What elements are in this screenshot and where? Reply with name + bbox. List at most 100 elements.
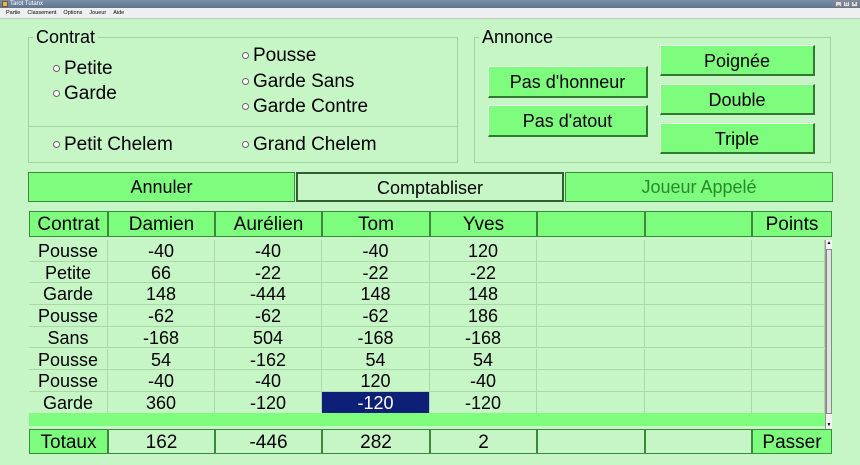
cell-aurelien[interactable]: -40 [215, 240, 322, 262]
cell-empty-2[interactable] [645, 261, 752, 284]
radio-garde-sans[interactable]: Garde Sans [241, 71, 354, 93]
cell-contrat[interactable]: Garde [29, 391, 108, 414]
cell-empty-2[interactable] [645, 240, 752, 262]
cell-damien[interactable]: -62 [108, 305, 215, 327]
cell-points[interactable] [752, 240, 825, 262]
cell-aurelien[interactable]: -162 [215, 348, 322, 371]
scroll-up-arrow-icon[interactable]: ▲ [826, 240, 832, 247]
cell-empty-1[interactable] [537, 305, 645, 327]
table-row[interactable]: Pousse -62 -62 -62 186 [29, 305, 825, 327]
menu-aide[interactable]: Aide [113, 8, 124, 18]
pas-d-atout-button[interactable]: Pas d'atout [488, 105, 648, 137]
cell-yves[interactable]: 120 [430, 240, 537, 262]
cell-empty-1[interactable] [537, 391, 645, 414]
menu-options[interactable]: Options [63, 8, 82, 18]
scroll-down-arrow-icon[interactable]: ▼ [826, 422, 832, 429]
cell-yves[interactable]: 54 [430, 348, 537, 371]
cell-damien[interactable]: 148 [108, 283, 215, 306]
cell-empty-2[interactable] [645, 283, 752, 306]
vertical-scrollbar[interactable]: ▲ ▼ [825, 240, 832, 429]
cell-tom[interactable]: -40 [322, 240, 430, 262]
table-row[interactable]: Garde 360 -120 -120 -120 [29, 391, 825, 414]
menu-partie[interactable]: Partie [6, 8, 20, 18]
minimize-button[interactable]: _ [835, 1, 842, 7]
cell-yves[interactable]: 148 [430, 283, 537, 306]
close-button[interactable]: × [851, 1, 858, 7]
comptabliser-button[interactable]: Comptabliser [296, 172, 564, 202]
annuler-button[interactable]: Annuler [28, 172, 295, 202]
cell-tom[interactable]: -168 [322, 326, 430, 349]
cell-points[interactable] [752, 391, 825, 414]
cell-damien[interactable]: 54 [108, 348, 215, 371]
radio-pousse[interactable]: Pousse [241, 45, 316, 67]
cell-empty-1[interactable] [537, 240, 645, 262]
cell-aurelien[interactable]: -444 [215, 283, 322, 306]
table-row[interactable]: Pousse -40 -40 120 -40 [29, 370, 825, 392]
cell-tom[interactable]: 148 [322, 283, 430, 306]
cell-yves[interactable]: -40 [430, 370, 537, 392]
radio-petit-chelem[interactable]: Petit Chelem [53, 134, 173, 156]
cell-damien[interactable]: -168 [108, 326, 215, 349]
cell-damien[interactable]: 360 [108, 391, 215, 414]
joueur-appele-button[interactable]: Joueur Appelé [565, 172, 833, 202]
cell-empty-2[interactable] [645, 326, 752, 349]
cell-contrat[interactable]: Pousse [29, 240, 108, 262]
menu-joueur[interactable]: Joueur [89, 8, 106, 18]
table-row[interactable]: Petite 66 -22 -22 -22 [29, 261, 825, 284]
cell-points[interactable] [752, 370, 825, 392]
cell-empty-1[interactable] [537, 283, 645, 306]
cell-damien[interactable]: -40 [108, 370, 215, 392]
cell-yves[interactable]: -168 [430, 326, 537, 349]
cell-points[interactable] [752, 283, 825, 306]
cell-yves[interactable]: -22 [430, 261, 537, 284]
double-button[interactable]: Double [660, 84, 815, 115]
table-row[interactable]: Pousse -40 -40 -40 120 [29, 240, 825, 262]
cell-damien[interactable]: -40 [108, 240, 215, 262]
cell-aurelien[interactable]: -120 [215, 391, 322, 414]
menu-classement[interactable]: Classement [27, 8, 56, 18]
radio-grand-chelem[interactable]: Grand Chelem [242, 134, 377, 156]
table-row[interactable]: Garde 148 -444 148 148 [29, 283, 825, 306]
cell-empty-1[interactable] [537, 348, 645, 371]
cell-tom[interactable]: 120 [322, 370, 430, 392]
cell-empty-2[interactable] [645, 348, 752, 371]
cell-contrat[interactable]: Pousse [29, 348, 108, 371]
scroll-thumb[interactable] [826, 249, 832, 414]
cell-empty-2[interactable] [645, 305, 752, 327]
cell-points[interactable] [752, 261, 825, 284]
cell-empty-1[interactable] [537, 326, 645, 349]
cell-aurelien[interactable]: 504 [215, 326, 322, 349]
cell-tom[interactable]: -120 [322, 391, 430, 414]
cell-contrat[interactable]: Sans [29, 326, 108, 349]
cell-points[interactable] [752, 326, 825, 349]
cell-yves[interactable]: 186 [430, 305, 537, 327]
table-row[interactable]: Pousse 54 -162 54 54 [29, 348, 825, 371]
radio-garde[interactable]: Garde [53, 83, 117, 105]
cell-contrat[interactable]: Pousse [29, 370, 108, 392]
pas-d-honneur-button[interactable]: Pas d'honneur [488, 66, 648, 98]
cell-aurelien[interactable]: -62 [215, 305, 322, 327]
cell-yves[interactable]: -120 [430, 391, 537, 414]
cell-contrat[interactable]: Petite [29, 261, 108, 284]
cell-aurelien[interactable]: -22 [215, 261, 322, 284]
passer-button[interactable]: Passer [752, 429, 832, 454]
cell-tom[interactable]: -22 [322, 261, 430, 284]
cell-empty-1[interactable] [537, 370, 645, 392]
cell-contrat[interactable]: Garde [29, 283, 108, 306]
cell-points[interactable] [752, 348, 825, 371]
poignee-button[interactable]: Poignée [660, 45, 815, 76]
cell-tom[interactable]: 54 [322, 348, 430, 371]
cell-empty-2[interactable] [645, 391, 752, 414]
radio-petite[interactable]: Petite [53, 58, 113, 80]
cell-tom[interactable]: -62 [322, 305, 430, 327]
cell-damien[interactable]: 66 [108, 261, 215, 284]
cell-contrat[interactable]: Pousse [29, 305, 108, 327]
cell-points[interactable] [752, 305, 825, 327]
table-row[interactable]: Sans -168 504 -168 -168 [29, 326, 825, 349]
cell-empty-1[interactable] [537, 261, 645, 284]
cell-empty-2[interactable] [645, 370, 752, 392]
maximize-button[interactable]: □ [843, 1, 850, 7]
cell-aurelien[interactable]: -40 [215, 370, 322, 392]
triple-button[interactable]: Triple [660, 123, 815, 154]
radio-garde-contre[interactable]: Garde Contre [241, 96, 368, 118]
